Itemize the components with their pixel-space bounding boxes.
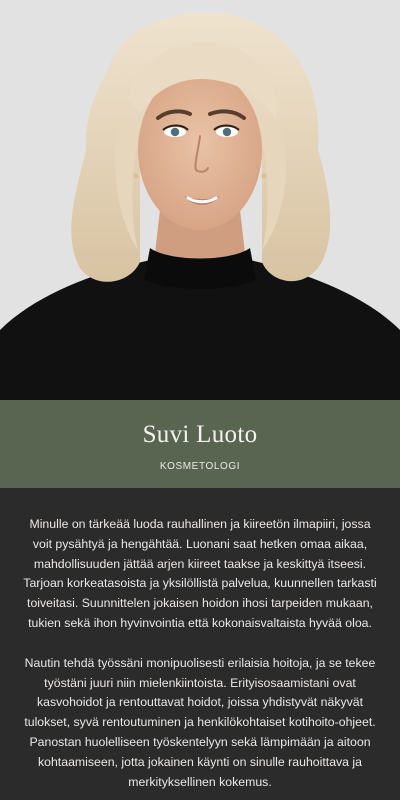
- bio-paragraph-1: Minulle on tärkeää luoda rauhallinen ja …: [23, 517, 377, 630]
- portrait-illustration: [0, 0, 400, 400]
- bio-paragraph-2: Nautin tehdä työssäni monipuolisesti eri…: [24, 655, 376, 789]
- person-name: Suvi Luoto: [142, 420, 258, 448]
- bio-section: Minulle on tärkeää luoda rauhallinen ja …: [0, 488, 400, 800]
- name-banner: Suvi Luoto KOSMETOLOGI: [0, 400, 400, 488]
- profile-card: Suvi Luoto KOSMETOLOGI Minulle on tärkeä…: [0, 0, 400, 800]
- portrait-photo: [0, 0, 400, 400]
- person-role: KOSMETOLOGI: [159, 460, 241, 472]
